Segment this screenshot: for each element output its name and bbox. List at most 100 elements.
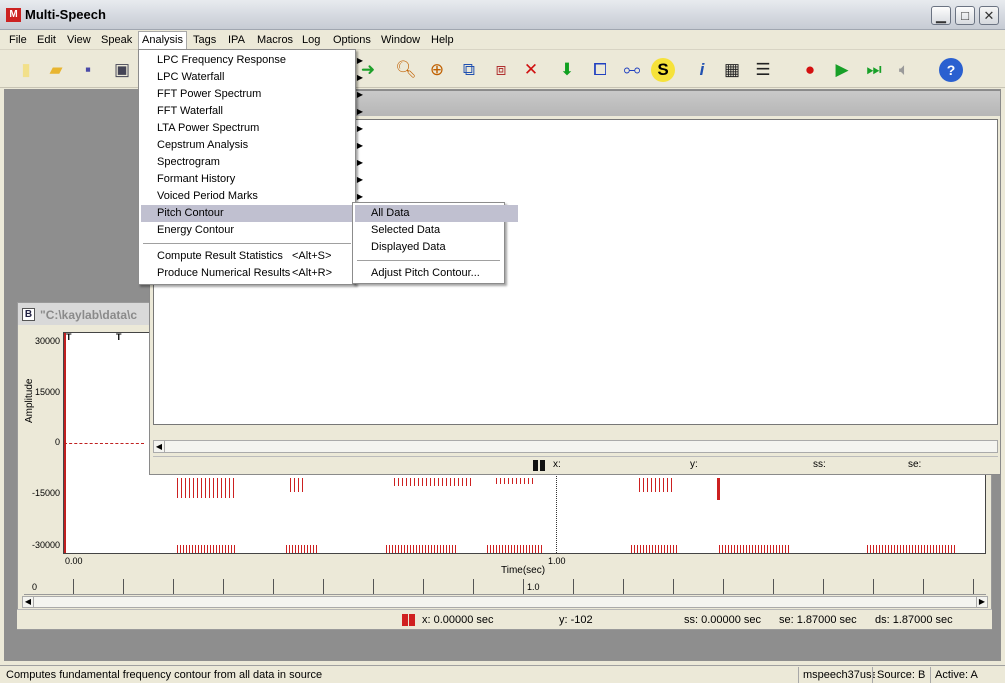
menu-item-selected-data[interactable]: Selected Data: [355, 222, 518, 239]
menu-item-adjust-pitch[interactable]: Adjust Pitch Contour...: [355, 265, 518, 282]
new-file-icon[interactable]: ▮: [14, 58, 38, 82]
save-icon[interactable]: ▪: [76, 58, 100, 82]
period-marks: [386, 545, 458, 553]
ss-readout: ss:: [813, 459, 826, 470]
submenu-arrow-icon: ▶: [356, 56, 363, 65]
x-tick: 1.00: [548, 556, 566, 566]
analysis-menu: LPC Frequency Response ▶ LPC Waterfall ▶ F…: [138, 49, 369, 285]
list-icon[interactable]: ☰: [751, 58, 775, 82]
x-tick: 0.00: [65, 556, 83, 566]
ds-readout: ds: 1.87000 sec: [875, 614, 953, 626]
title-bar: M Multi-Speech ▁ □ ✕: [0, 0, 1005, 30]
menu-item-fft-waterfall[interactable]: FFT Waterfall ▶: [141, 103, 369, 120]
menu-file[interactable]: File: [6, 32, 30, 48]
waveform-baseline: [64, 443, 144, 444]
close-button[interactable]: ✕: [979, 6, 999, 25]
menu-item-fft-power[interactable]: FFT Power Spectrum ▶: [141, 86, 369, 103]
split-icon[interactable]: ⧟: [620, 58, 644, 82]
tag-marker[interactable]: T: [116, 332, 122, 342]
se-readout: se: 1.87000 sec: [779, 614, 857, 626]
speak-s-icon[interactable]: S: [651, 58, 675, 82]
period-marks: [867, 545, 957, 553]
x-readout: x: 0.00000 sec: [422, 614, 494, 626]
submenu-arrow-icon: ▶: [356, 90, 363, 99]
menu-item-spectrogram[interactable]: Spectrogram ▶: [141, 154, 369, 171]
window-path: "C:\kaylab\data\c: [40, 308, 138, 322]
menu-item-pitch-contour[interactable]: Pitch Contour▶: [141, 205, 369, 222]
app-icon[interactable]: M: [6, 8, 21, 22]
menu-tags[interactable]: Tags: [190, 32, 219, 48]
y-readout: y: -102: [559, 614, 593, 626]
download-arrow-icon[interactable]: ⬇: [555, 58, 579, 82]
submenu-arrow-icon: ▶: [356, 158, 363, 167]
speaker-mute-icon[interactable]: 🔈︎: [892, 58, 916, 82]
graph-status-bar: x: y: ss: se:: [153, 456, 998, 473]
menu-ipa[interactable]: IPA: [225, 32, 248, 48]
waveform-segment: [394, 478, 474, 486]
menu-item-lta-power[interactable]: LTA Power Spectrum ▶: [141, 120, 369, 137]
y-tick: 0: [54, 437, 60, 447]
scroll-left-icon[interactable]: ◀: [23, 597, 34, 607]
tag-marker[interactable]: T: [66, 332, 72, 342]
menu-item-cepstrum[interactable]: Cepstrum Analysis ▶: [141, 137, 369, 154]
menu-options[interactable]: Options: [330, 32, 374, 48]
menu-edit[interactable]: Edit: [34, 32, 59, 48]
open-folder-icon[interactable]: ▰: [44, 58, 68, 82]
waveform-segment: [717, 478, 720, 500]
time-ruler[interactable]: 0 1.0: [24, 579, 986, 595]
y-tick: 30000: [34, 336, 60, 346]
y-tick: -30000: [31, 540, 60, 550]
submenu-arrow-icon: ▶: [356, 124, 363, 133]
menu-speak[interactable]: Speak: [98, 32, 135, 48]
status-source: Source: B: [872, 667, 933, 683]
menu-item-compute-statistics[interactable]: Compute Result Statistics <Alt+S>: [141, 248, 369, 265]
maximize-button[interactable]: □: [955, 6, 975, 25]
menu-macros[interactable]: Macros: [254, 32, 296, 48]
delete-window-icon[interactable]: ⧈: [489, 58, 513, 82]
menu-analysis[interactable]: Analysis: [138, 31, 187, 50]
copy-window-icon[interactable]: ⧉: [457, 58, 481, 82]
zoom-in-icon[interactable]: ⊕: [425, 58, 449, 82]
computer-icon[interactable]: ▣: [110, 58, 134, 82]
status-active: Active: A: [930, 667, 995, 683]
menu-help[interactable]: Help: [428, 32, 457, 48]
play-segment-icon[interactable]: ⏭: [862, 58, 886, 82]
submenu-arrow-icon: ▶: [356, 175, 363, 184]
horizontal-scrollbar[interactable]: ◀ ▶: [22, 596, 988, 608]
record-icon[interactable]: ●: [798, 58, 822, 82]
play-icon[interactable]: ▶: [830, 58, 854, 82]
period-marks: [286, 545, 318, 553]
menu-item-numerical-results[interactable]: Produce Numerical Results <Alt+R>: [141, 265, 369, 282]
menu-view[interactable]: View: [64, 32, 94, 48]
info-icon[interactable]: i: [690, 58, 714, 82]
link-icon[interactable]: ⧠: [588, 58, 612, 82]
menu-item-lpc-waterfall[interactable]: LPC Waterfall ▶: [141, 69, 369, 86]
y-tick: 15000: [34, 387, 60, 397]
status-message: Computes fundamental frequency contour f…: [6, 669, 323, 681]
help-icon[interactable]: ?: [939, 58, 963, 82]
y-axis-label: Amplitude: [24, 378, 35, 423]
waveform-segment: [496, 478, 536, 484]
ruler-label: 1.0: [527, 582, 540, 592]
scroll-right-icon[interactable]: ▶: [976, 597, 987, 607]
period-marks: [487, 545, 543, 553]
menu-separator: [143, 243, 351, 244]
menu-window[interactable]: Window: [378, 32, 423, 48]
menu-item-lpc-frequency[interactable]: LPC Frequency Response ▶: [141, 52, 369, 69]
menu-log[interactable]: Log: [299, 32, 323, 48]
waveform-segment: [290, 478, 304, 492]
menu-item-displayed-data[interactable]: Displayed Data: [355, 239, 518, 256]
x-axis-label: Time(sec): [501, 565, 546, 576]
table-icon[interactable]: ▦: [720, 58, 744, 82]
window-title: Multi-Speech: [25, 7, 106, 22]
minimize-button[interactable]: ▁: [931, 6, 951, 25]
scroll-left-icon[interactable]: ◀: [154, 441, 165, 452]
menu-item-all-data[interactable]: All Data: [355, 205, 518, 222]
menu-item-energy-contour[interactable]: Energy Contour▶: [141, 222, 369, 239]
menu-item-formant-history[interactable]: Formant History ▶: [141, 171, 369, 188]
menu-item-voiced-period[interactable]: Voiced Period Marks ▶: [141, 188, 369, 205]
zoom-out-icon[interactable]: 🔍︎: [394, 58, 418, 82]
delete-icon[interactable]: ✕: [519, 58, 543, 82]
graph-scrollbar[interactable]: ◀: [153, 440, 998, 453]
period-marks: [631, 545, 679, 553]
